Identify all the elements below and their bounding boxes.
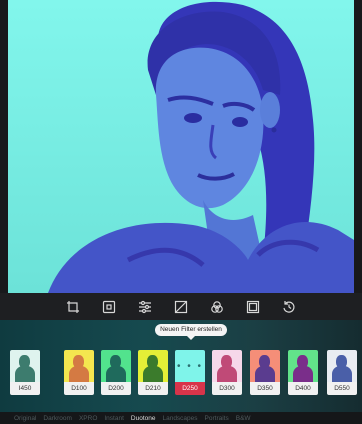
adjust-sliders-icon[interactable] — [136, 298, 154, 316]
frame-icon[interactable] — [244, 298, 262, 316]
app-frame: Neuen Filter erstellen I450 D100 D200 D2… — [0, 0, 362, 424]
filter-label: D250 — [175, 382, 205, 395]
filter-thumbnail — [101, 350, 131, 382]
filter-tile-d210[interactable]: D210 — [138, 350, 168, 395]
filter-thumbnail — [212, 350, 242, 382]
filter-thumbnail — [64, 350, 94, 382]
category-tab-bw[interactable]: B&W — [236, 415, 251, 422]
filter-label: D100 — [64, 382, 94, 395]
history-icon[interactable] — [280, 298, 298, 316]
filter-tile-d250[interactable]: • • • D250 — [175, 350, 205, 395]
category-tab-xpro[interactable]: XPRO — [79, 415, 97, 422]
filter-tile-d550[interactable]: D550 — [327, 350, 357, 395]
category-tab-portraits[interactable]: Portraits — [205, 415, 229, 422]
crop-icon[interactable] — [64, 298, 82, 316]
filter-label: D200 — [101, 382, 131, 395]
edit-toolbar — [0, 293, 362, 322]
filter-label: D400 — [288, 382, 318, 395]
photo-preview[interactable] — [8, 0, 354, 293]
color-circles-icon[interactable] — [208, 298, 226, 316]
category-tab-original[interactable]: Original — [14, 415, 36, 422]
more-options-icon[interactable]: • • • — [175, 361, 205, 372]
filter-strip: I450 D100 D200 D210 • • • D250 D300 D350… — [0, 350, 362, 396]
filter-category-tabs: Original Darkroom XPRO Instant Duotone L… — [0, 412, 362, 424]
curves-icon[interactable] — [172, 298, 190, 316]
filter-label: D210 — [138, 382, 168, 395]
category-tab-landscapes[interactable]: Landscapes — [162, 415, 197, 422]
filter-tile-d200[interactable]: D200 — [101, 350, 131, 395]
category-tab-duotone[interactable]: Duotone — [131, 415, 156, 422]
portrait-image — [8, 0, 354, 293]
filter-tile-i450[interactable]: I450 — [10, 350, 40, 395]
filter-label: D300 — [212, 382, 242, 395]
create-filter-tooltip[interactable]: Neuen Filter erstellen — [155, 324, 227, 340]
filter-tile-d300[interactable]: D300 — [212, 350, 242, 395]
filter-label: D350 — [250, 382, 280, 395]
filter-thumbnail — [10, 350, 40, 382]
filter-tile-d350[interactable]: D350 — [250, 350, 280, 395]
filter-tile-d400[interactable]: D400 — [288, 350, 318, 395]
filter-label: D550 — [327, 382, 357, 395]
filter-icon[interactable] — [100, 298, 118, 322]
filter-thumbnail — [288, 350, 318, 382]
filter-thumbnail: • • • — [175, 350, 205, 382]
filter-tile-d100[interactable]: D100 — [64, 350, 94, 395]
filter-label: I450 — [10, 382, 40, 395]
filter-thumbnail — [138, 350, 168, 382]
category-tab-instant[interactable]: Instant — [104, 415, 124, 422]
filter-thumbnail — [250, 350, 280, 382]
category-tab-darkroom[interactable]: Darkroom — [43, 415, 72, 422]
filter-thumbnail — [327, 350, 357, 382]
